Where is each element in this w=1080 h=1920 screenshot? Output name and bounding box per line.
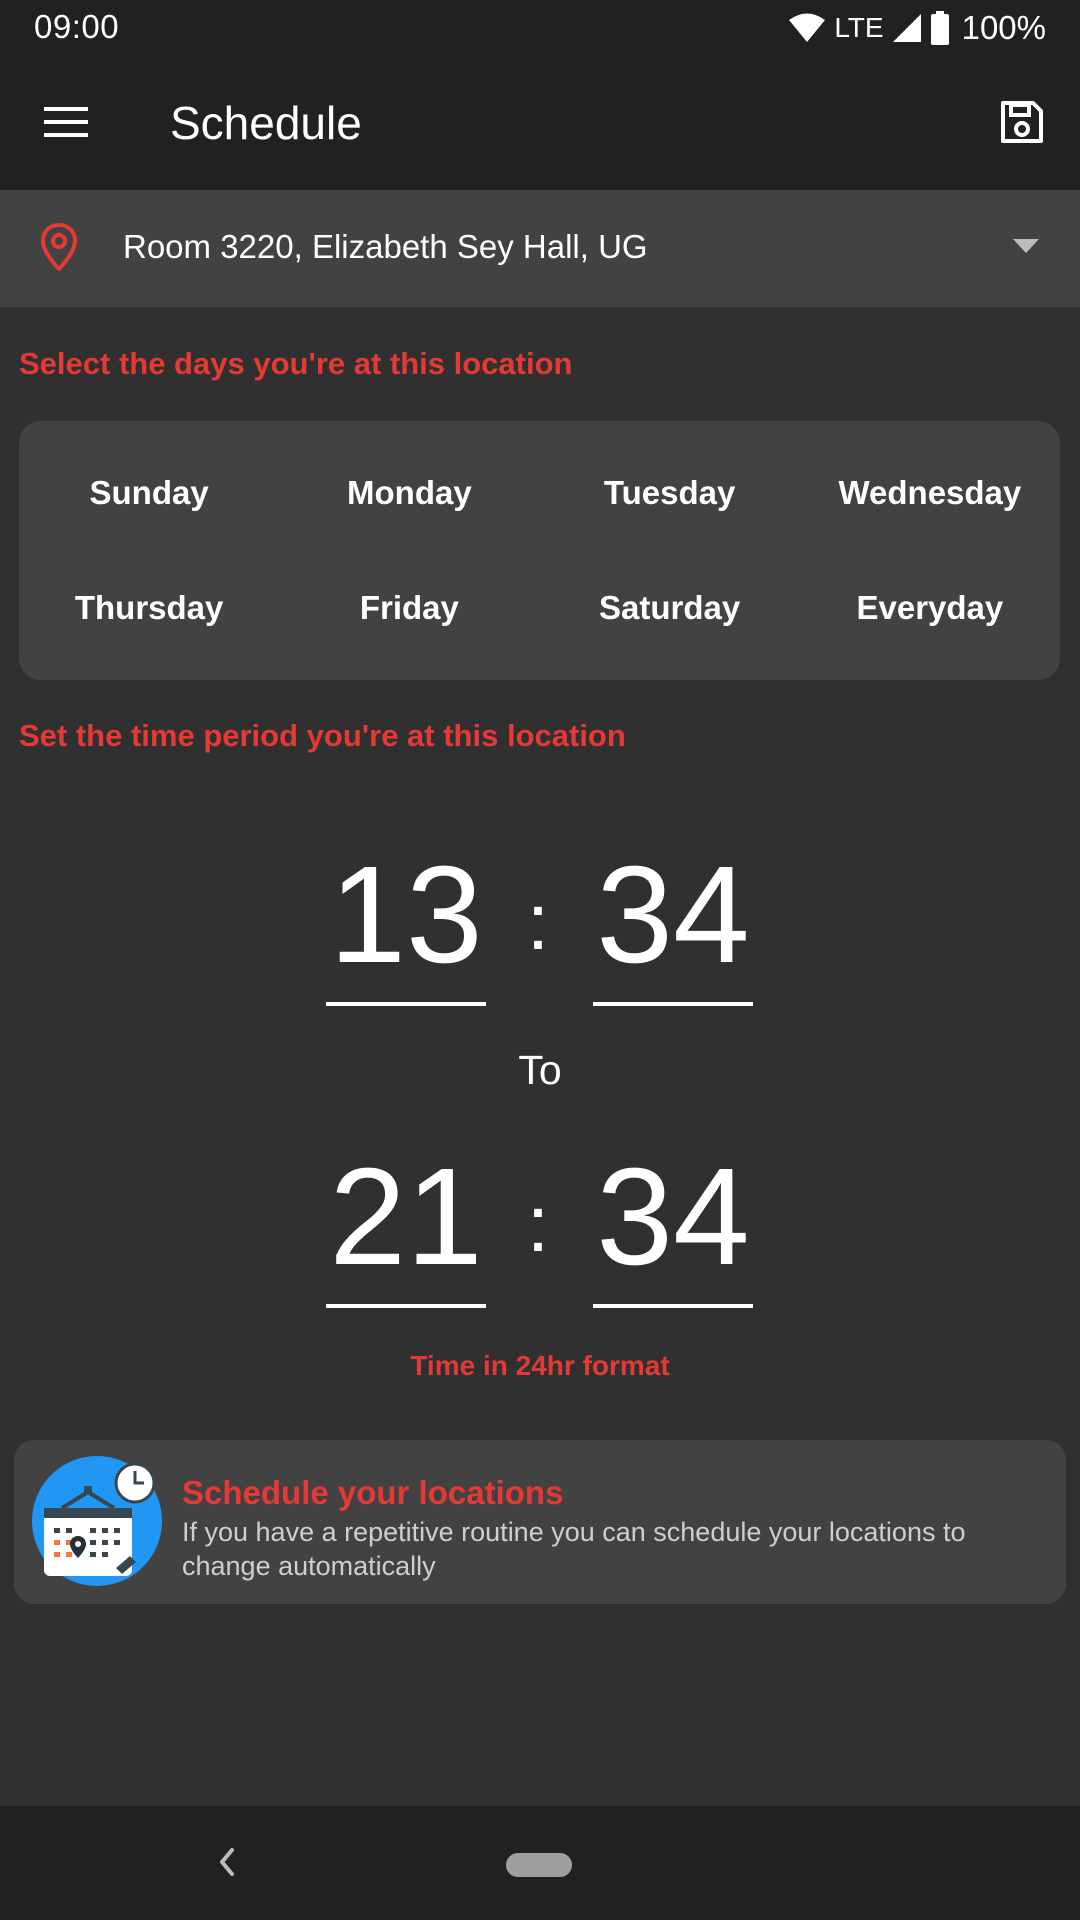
save-button[interactable] <box>986 88 1058 160</box>
days-card: Sunday Monday Tuesday Wednesday Thursday… <box>19 421 1060 680</box>
selected-location: Room 3220, Elizabeth Sey Hall, UG <box>123 228 648 265</box>
battery-level: 100% <box>961 9 1046 46</box>
end-minute-input[interactable]: 34 <box>593 1148 753 1308</box>
location-selector[interactable]: Room 3220, Elizabeth Sey Hall, UG <box>0 190 1080 307</box>
status-bar: 09:00 LTE 100% <box>0 0 1080 58</box>
page-title: Schedule <box>170 97 362 149</box>
end-time: 21 : 34 <box>0 1148 1080 1308</box>
day-sunday[interactable]: Sunday <box>19 435 279 551</box>
time-format-hint: Time in 24hr format <box>410 1350 670 1381</box>
home-pill[interactable] <box>506 1853 572 1877</box>
day-thursday[interactable]: Thursday <box>19 551 279 667</box>
battery-icon <box>930 11 950 45</box>
info-card-body: If you have a repetitive routine you can… <box>182 1517 966 1581</box>
hamburger-menu-icon <box>44 106 88 142</box>
day-friday[interactable]: Friday <box>279 551 539 667</box>
time-heading: Set the time period you're at this locat… <box>19 718 626 753</box>
status-time: 09:00 <box>34 8 120 45</box>
cell-signal-icon <box>892 13 922 43</box>
chevron-down-icon[interactable] <box>1012 238 1040 259</box>
end-hour-value: 21 <box>329 1140 483 1294</box>
back-icon[interactable] <box>212 1842 242 1887</box>
start-time-separator: : <box>526 877 550 966</box>
location-pin-icon <box>40 222 78 276</box>
system-nav-bar <box>0 1806 1080 1920</box>
save-icon <box>999 99 1045 150</box>
menu-button[interactable] <box>30 88 102 160</box>
start-minute-value: 34 <box>596 838 750 992</box>
day-everyday[interactable]: Everyday <box>800 551 1060 667</box>
start-minute-input[interactable]: 34 <box>593 846 753 1006</box>
screen: 09:00 LTE 100% Schedule Room 3220, Eliza… <box>0 0 1080 1920</box>
info-card: Schedule your locations If you have a re… <box>14 1440 1066 1604</box>
days-heading: Select the days you're at this location <box>19 346 573 381</box>
info-card-title: Schedule your locations <box>182 1474 564 1511</box>
day-monday[interactable]: Monday <box>279 435 539 551</box>
start-time: 13 : 34 <box>0 846 1080 1006</box>
status-icons: LTE 100% <box>788 8 1046 48</box>
end-time-separator: : <box>526 1179 550 1268</box>
calendar-schedule-icon <box>32 1456 162 1591</box>
wifi-icon <box>788 13 826 43</box>
start-hour-value: 13 <box>329 838 483 992</box>
start-hour-input[interactable]: 13 <box>326 846 486 1006</box>
day-saturday[interactable]: Saturday <box>540 551 800 667</box>
end-hour-input[interactable]: 21 <box>326 1148 486 1308</box>
app-bar: Schedule <box>0 58 1080 190</box>
day-tuesday[interactable]: Tuesday <box>540 435 800 551</box>
days-grid: Sunday Monday Tuesday Wednesday Thursday… <box>19 421 1060 680</box>
end-minute-value: 34 <box>596 1140 750 1294</box>
to-label: To <box>518 1047 562 1093</box>
network-type: LTE <box>834 12 884 43</box>
day-wednesday[interactable]: Wednesday <box>800 435 1060 551</box>
